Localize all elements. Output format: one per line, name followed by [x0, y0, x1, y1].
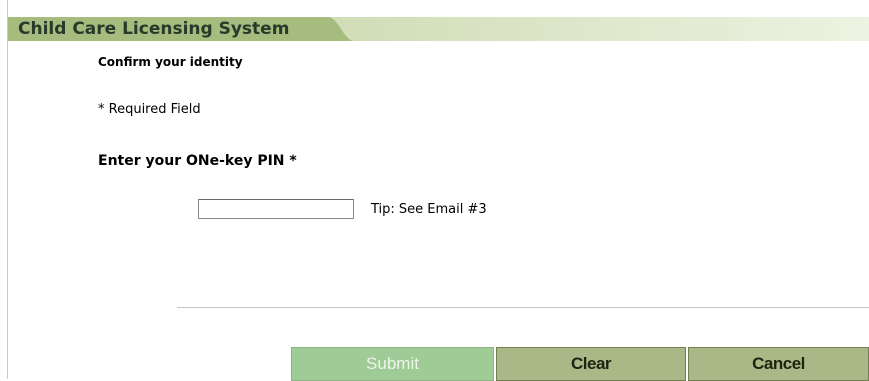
submit-button[interactable]: Submit: [291, 347, 494, 381]
clear-button[interactable]: Clear: [496, 347, 686, 381]
required-marker: *: [289, 153, 297, 169]
cancel-button[interactable]: Cancel: [688, 347, 869, 381]
pin-input[interactable]: [198, 199, 354, 219]
required-field-note: * Required Field: [98, 102, 201, 117]
app-title: Child Care Licensing System: [18, 19, 290, 39]
pin-field-label: Enter your ONe-key PIN *: [98, 152, 297, 170]
pin-label-text: Enter your ONe-key PIN: [98, 153, 285, 169]
form-divider: [177, 307, 869, 308]
section-heading: Confirm your identity: [98, 55, 243, 69]
page-left-border: [7, 0, 8, 379]
pin-tip-text: Tip: See Email #3: [371, 202, 487, 217]
